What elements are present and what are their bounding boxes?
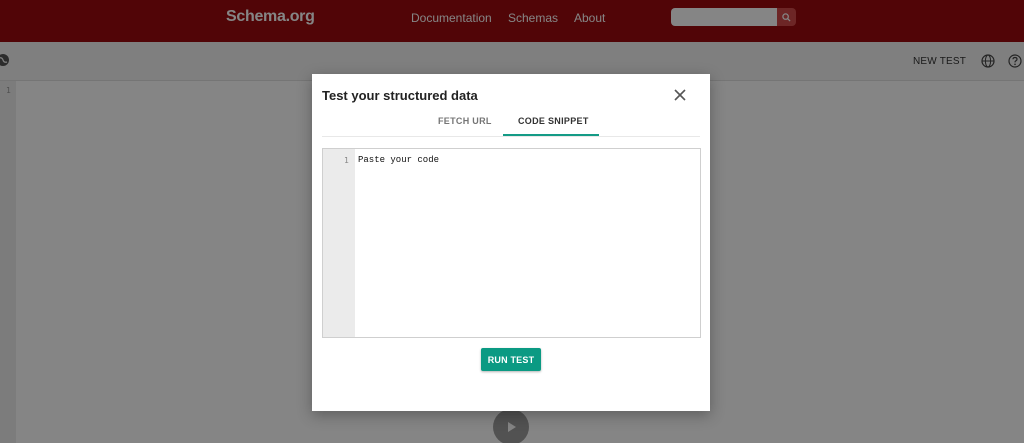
code-placeholder: Paste your code [358,155,440,165]
code-line-number: 1 [344,156,349,165]
code-snippet-editor[interactable]: 1 Paste your code [322,148,701,338]
tab-code-snippet[interactable]: CODE SNIPPET [518,116,589,126]
code-editor-gutter: 1 [323,149,355,337]
close-icon[interactable] [673,88,687,102]
tab-fetch-url[interactable]: FETCH URL [438,116,492,126]
dialog-tabs: FETCH URL CODE SNIPPET [322,108,700,137]
run-test-button[interactable]: RUN TEST [481,348,541,371]
test-structured-data-dialog: Test your structured data FETCH URL CODE… [312,74,710,411]
dialog-title: Test your structured data [322,88,478,103]
active-tab-indicator [503,134,599,136]
